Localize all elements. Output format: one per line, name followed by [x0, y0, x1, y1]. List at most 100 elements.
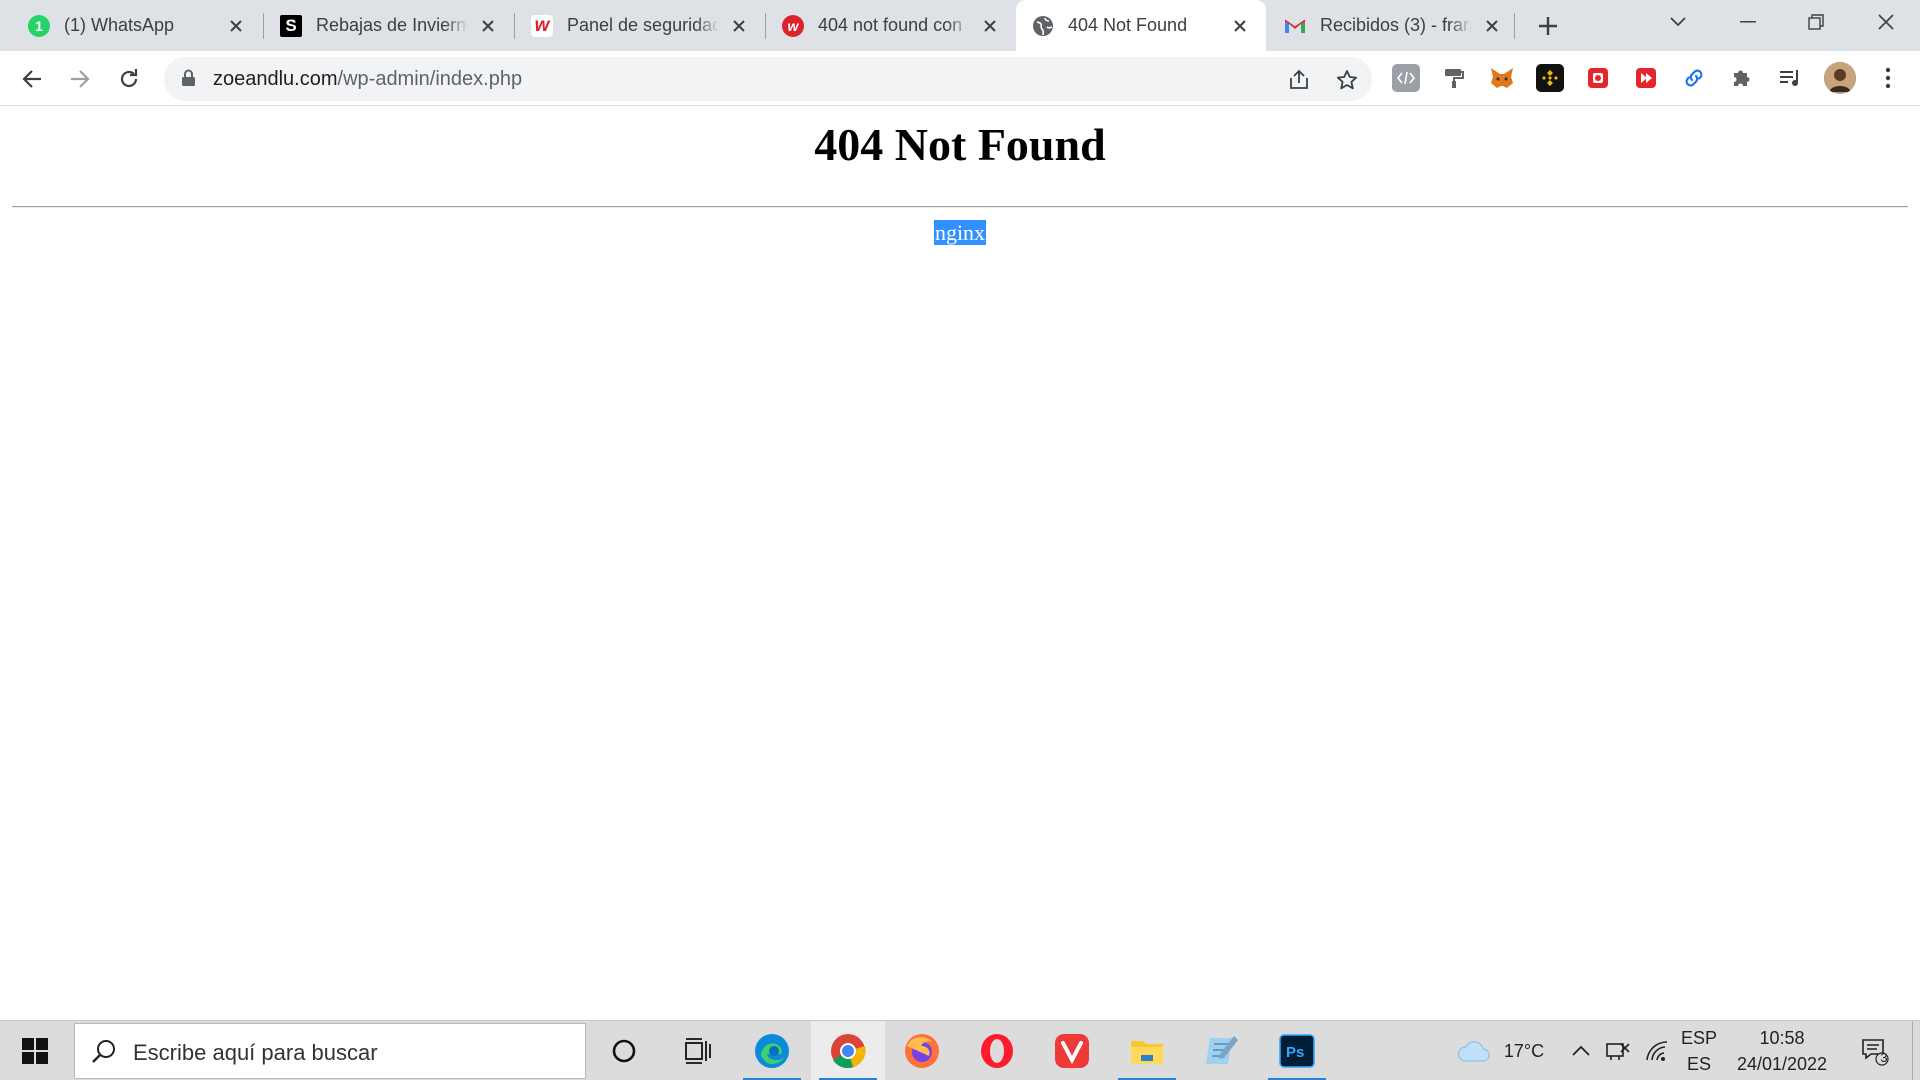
star-icon[interactable]: [1334, 67, 1360, 93]
arrow-right-icon: [71, 70, 90, 88]
taskbar-opera[interactable]: [960, 1021, 1034, 1080]
cloud-icon: [1457, 1041, 1490, 1062]
lock-icon[interactable]: [181, 69, 196, 92]
reload-button[interactable]: [112, 62, 146, 96]
avatar[interactable]: [1824, 62, 1856, 94]
notepad-icon: [1206, 1036, 1238, 1064]
tab-whatsapp[interactable]: 1 (1) WhatsApp: [12, 0, 262, 51]
chevron-down-icon: [1670, 17, 1686, 27]
tab-panel-seguridad[interactable]: w Panel de seguridad: [515, 0, 765, 51]
tab-gmail[interactable]: Recibidos (3) - frara: [1268, 0, 1518, 51]
url-path: /wp-admin/index.php: [337, 68, 523, 90]
windows-taskbar: Escribe aquí para buscar Ps 17°C ESP ES …: [0, 1020, 1920, 1080]
browser-toolbar: zoeandlu.com/wp-admin/index.php: [0, 51, 1920, 106]
server-name[interactable]: nginx: [933, 220, 987, 245]
taskbar-edge[interactable]: [735, 1021, 809, 1080]
whatsapp-icon: 1: [28, 14, 50, 37]
windows-logo-icon: [22, 1038, 48, 1064]
tab-title: (1) WhatsApp: [64, 15, 175, 35]
fast-forward-extension-icon[interactable]: [1632, 64, 1660, 92]
page-title: 404 Not Found: [814, 119, 1106, 170]
reload-icon: [120, 69, 138, 88]
tab-title: Panel de seguridad: [567, 15, 719, 35]
close-icon[interactable]: [1228, 14, 1252, 38]
globe-icon: [1032, 15, 1054, 37]
close-icon[interactable]: [978, 14, 1002, 38]
close-icon[interactable]: [727, 14, 751, 38]
cortana-circle-icon: [612, 1039, 636, 1063]
chevron-up-icon: [1572, 1045, 1590, 1056]
edge-icon: [755, 1034, 789, 1068]
cortana-button[interactable]: [587, 1021, 661, 1080]
clock[interactable]: 10:58 24/01/2022: [1724, 1021, 1840, 1080]
minimize-button[interactable]: [1718, 0, 1778, 44]
taskbar-file-explorer[interactable]: [1110, 1021, 1184, 1080]
tab-search-button[interactable]: [1648, 0, 1708, 44]
paint-roller-extension-icon[interactable]: [1440, 64, 1468, 92]
language-indicator[interactable]: ESP ES: [1680, 1021, 1718, 1080]
taskbar-search-box[interactable]: Escribe aquí para buscar: [74, 1023, 586, 1079]
taskbar-chrome[interactable]: [811, 1021, 885, 1080]
restore-button[interactable]: [1786, 0, 1846, 44]
start-button[interactable]: [0, 1021, 70, 1080]
binance-extension-icon[interactable]: [1536, 64, 1564, 92]
weather-temperature[interactable]: 17°C: [1496, 1021, 1552, 1080]
tab-rebajas[interactable]: S Rebajas de Invierno: [264, 0, 514, 51]
clock-date: 24/01/2022: [1736, 1054, 1828, 1074]
new-tab-button[interactable]: [1532, 12, 1564, 40]
tab-404-con[interactable]: w 404 not found con: [766, 0, 1016, 51]
wifi-button[interactable]: [1640, 1021, 1676, 1080]
url-text[interactable]: zoeandlu.com/wp-admin/index.php: [213, 68, 522, 91]
show-desktop-button[interactable]: [1912, 1021, 1920, 1080]
tab-404-not-found[interactable]: 404 Not Found: [1016, 0, 1266, 51]
firefox-icon: [905, 1034, 939, 1068]
search-placeholder: Escribe aquí para buscar: [133, 1040, 378, 1065]
close-icon: [1878, 14, 1894, 30]
gmail-icon: [1284, 15, 1306, 37]
show-hidden-icons-button[interactable]: [1566, 1021, 1596, 1080]
arrow-left-icon: [22, 70, 41, 88]
link-extension-icon[interactable]: [1680, 64, 1708, 92]
menu-kebab-icon[interactable]: [1874, 64, 1902, 92]
media-control-icon[interactable]: [1776, 64, 1804, 92]
close-icon[interactable]: [224, 14, 248, 38]
minimize-icon: [1740, 21, 1756, 23]
taskbar-firefox[interactable]: [885, 1021, 959, 1080]
action-center-button[interactable]: 3: [1850, 1021, 1900, 1080]
weather-widget[interactable]: [1452, 1021, 1496, 1080]
photoshop-icon: Ps: [1279, 1034, 1315, 1068]
network-disconnected-button[interactable]: [1600, 1021, 1636, 1080]
keyboard-layout: ES: [1686, 1054, 1711, 1074]
task-view-button[interactable]: [661, 1021, 735, 1080]
code-extension-icon[interactable]: [1392, 64, 1420, 92]
extensions-puzzle-icon[interactable]: [1728, 64, 1756, 92]
tab-separator: [1514, 13, 1515, 39]
plus-icon: [1539, 17, 1557, 35]
svg-text:Ps: Ps: [1286, 1044, 1304, 1061]
metamask-fox-icon[interactable]: [1488, 64, 1516, 92]
tab-title: Recibidos (3) - frara: [1320, 15, 1472, 35]
task-view-icon: [685, 1038, 711, 1064]
notification-count: 3: [1880, 1050, 1888, 1065]
taskbar-photoshop[interactable]: Ps: [1260, 1021, 1334, 1080]
forward-button[interactable]: [63, 62, 97, 96]
search-icon: [91, 1038, 117, 1069]
wifi-icon: [1646, 1041, 1668, 1061]
server-signature: nginx: [0, 220, 1920, 246]
close-icon[interactable]: [476, 14, 500, 38]
w-circle-icon: w: [782, 14, 804, 37]
url-host: zoeandlu.com: [213, 68, 338, 90]
folder-icon: [1131, 1041, 1163, 1064]
back-button[interactable]: [15, 62, 49, 96]
close-window-button[interactable]: [1856, 0, 1916, 44]
close-icon[interactable]: [1480, 14, 1504, 38]
share-icon[interactable]: [1286, 67, 1312, 93]
w-logo-icon: w: [531, 14, 553, 37]
address-bar[interactable]: zoeandlu.com/wp-admin/index.php: [164, 57, 1372, 101]
taskbar-vivaldi[interactable]: [1035, 1021, 1109, 1080]
taskbar-notes-app[interactable]: [1185, 1021, 1259, 1080]
tab-title: Rebajas de Invierno: [316, 15, 468, 35]
record-extension-icon[interactable]: [1584, 64, 1612, 92]
chrome-icon: [831, 1034, 866, 1068]
tab-title: 404 not found con: [818, 15, 963, 35]
